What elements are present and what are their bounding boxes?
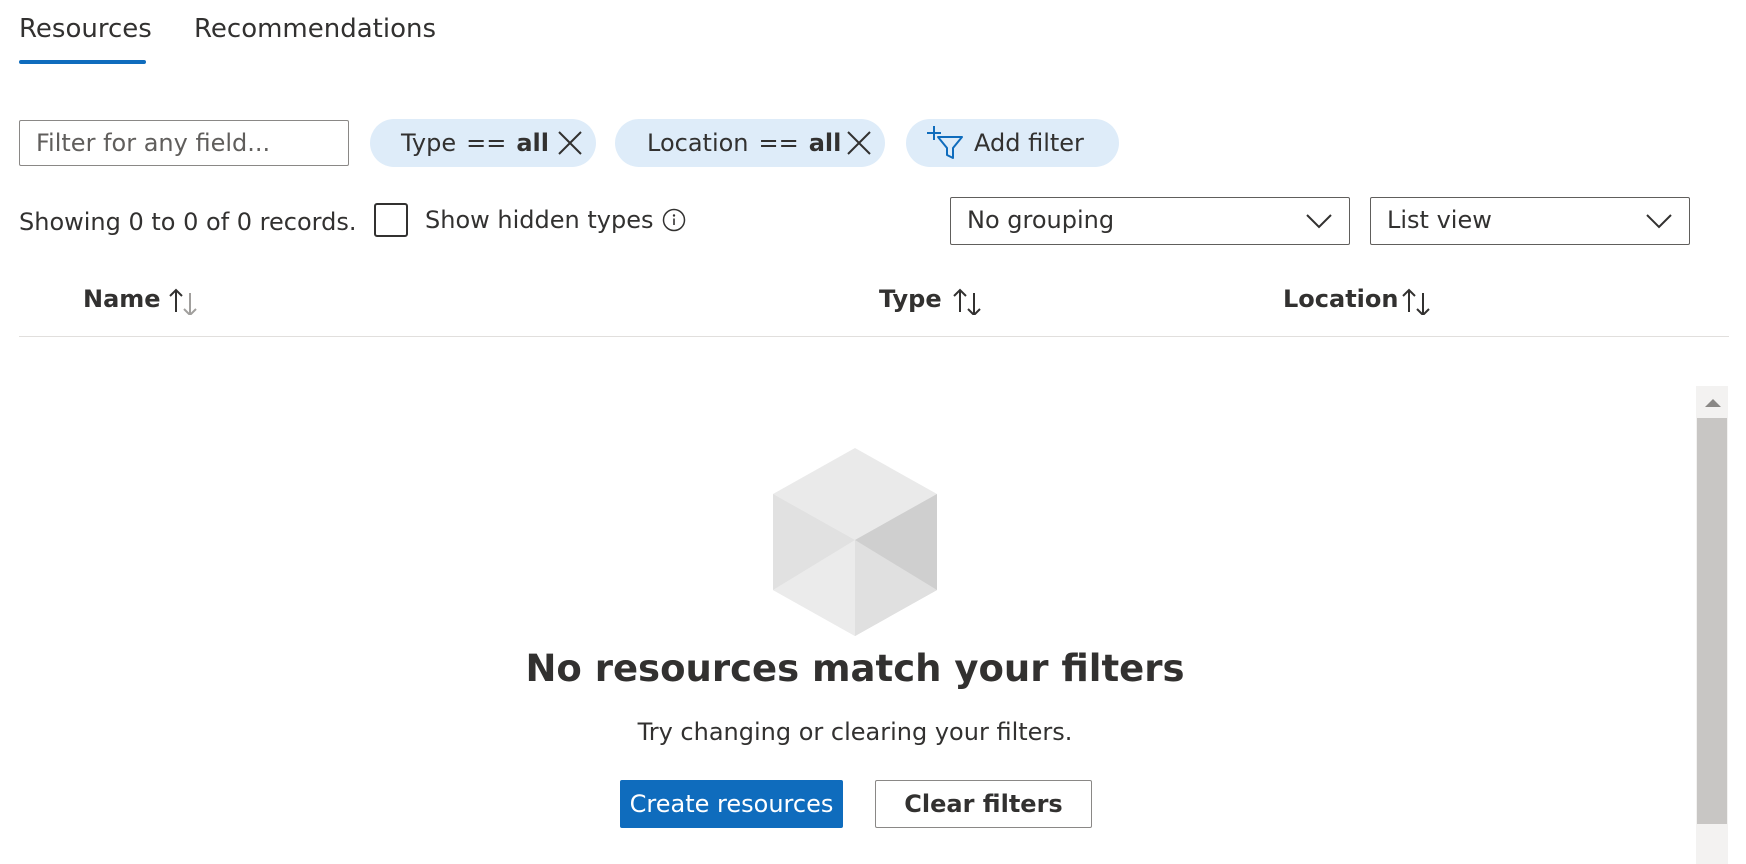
active-tab-indicator [19, 60, 146, 64]
filter-pill-location-operator: == [758, 129, 799, 157]
add-filter-button[interactable]: Add filter [906, 119, 1119, 167]
filter-pill-type-field: Type [401, 129, 457, 157]
info-icon[interactable] [662, 208, 686, 232]
chevron-down-icon [1646, 214, 1672, 229]
view-dropdown-value: List view [1387, 206, 1492, 234]
grouping-dropdown[interactable]: No grouping [950, 197, 1350, 245]
show-hidden-types-label: Show hidden types [425, 206, 654, 234]
filter-pill-type-operator: == [466, 129, 507, 157]
grouping-dropdown-value: No grouping [967, 206, 1115, 234]
sort-icon[interactable] [1399, 287, 1435, 315]
scrollbar-thumb[interactable] [1697, 418, 1727, 824]
empty-state-subtitle: Try changing or clearing your filters. [637, 718, 1073, 746]
filter-pill-type-value: all [516, 129, 549, 157]
filter-pill-location[interactable]: Location == all [615, 119, 885, 167]
view-dropdown[interactable]: List view [1370, 197, 1690, 245]
column-header-location[interactable]: Location [1283, 285, 1398, 313]
show-hidden-types-checkbox[interactable] [374, 203, 408, 237]
clear-filters-button[interactable]: Clear filters [875, 780, 1092, 828]
sort-icon[interactable] [950, 287, 986, 315]
filter-pill-type[interactable]: Type == all [370, 119, 596, 167]
sort-icon[interactable] [166, 287, 202, 315]
column-header-type[interactable]: Type [879, 285, 942, 313]
scroll-up-arrow-icon[interactable] [1703, 397, 1723, 409]
filter-pill-location-field: Location [647, 129, 749, 157]
close-icon[interactable] [557, 130, 583, 156]
tab-resources[interactable]: Resources [19, 14, 152, 44]
records-count: Showing 0 to 0 of 0 records. [19, 208, 357, 236]
add-filter-label: Add filter [974, 129, 1084, 157]
chevron-down-icon [1306, 214, 1332, 229]
filter-pill-location-value: all [808, 129, 842, 157]
close-icon[interactable] [846, 130, 872, 156]
tab-recommendations[interactable]: Recommendations [194, 14, 436, 44]
column-header-name[interactable]: Name [83, 285, 161, 313]
empty-resources-cube-icon [773, 448, 937, 636]
create-resources-button[interactable]: Create resources [620, 780, 843, 828]
filter-search-input[interactable] [19, 120, 349, 166]
table-header-divider [19, 336, 1729, 337]
add-filter-icon [927, 126, 963, 159]
empty-state-title: No resources match your filters [525, 647, 1185, 690]
